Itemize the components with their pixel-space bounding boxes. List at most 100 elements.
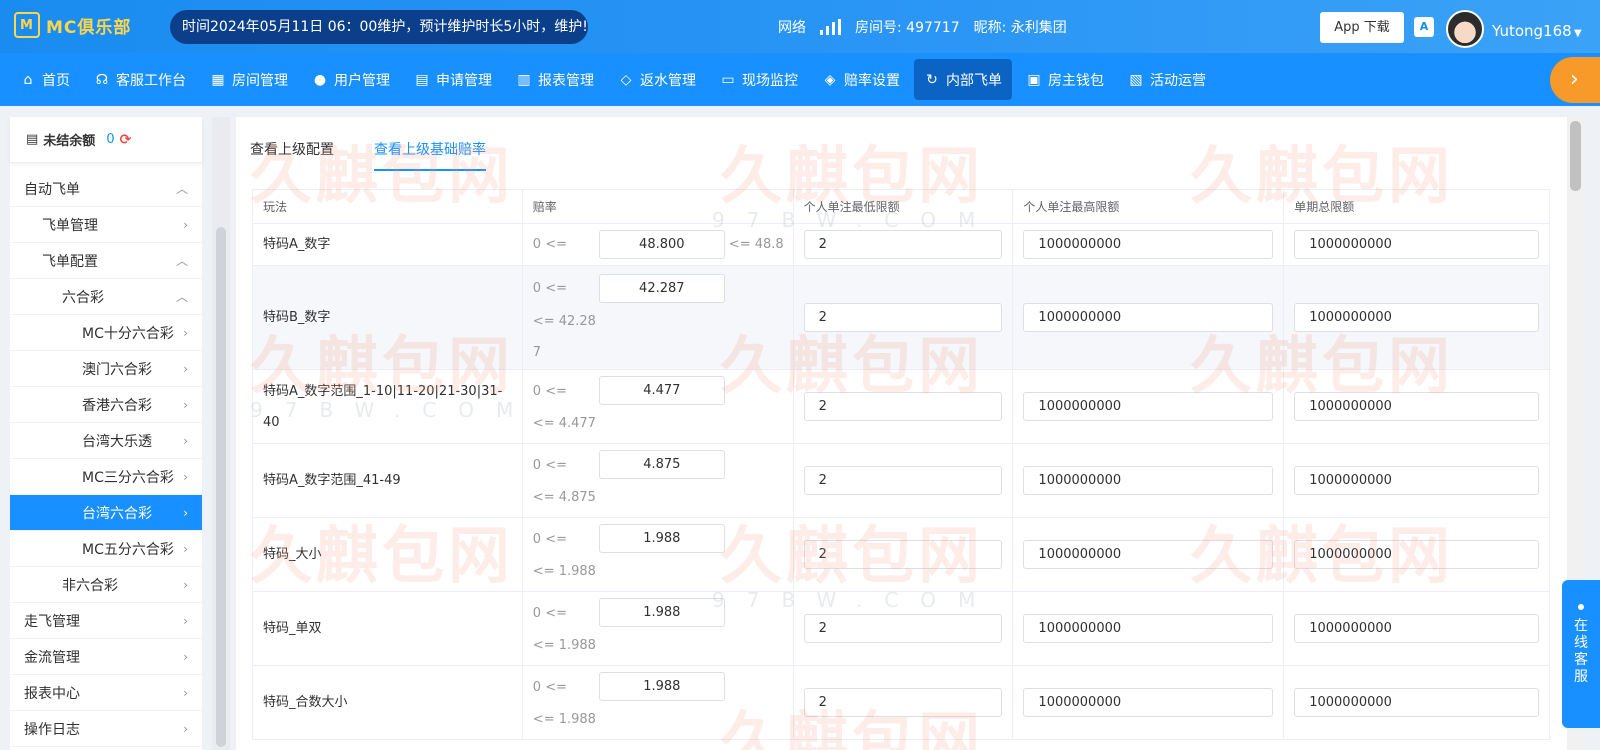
headset-icon: ☊ (95, 71, 109, 88)
odds-table: 玩法 赔率 个人单注最低限额 个人单注最高限额 单期总限额 特码A_数字 0 <= 48.8… (252, 189, 1551, 740)
period-limit-input[interactable]: 1000000000 (1294, 688, 1540, 717)
period-limit-cell: 1000000000 (1284, 666, 1551, 739)
nav-item-6[interactable]: ◇ 返水管理 (608, 59, 706, 100)
table-row: 特码_合数大小 0 <= 1.988 <= 1.988 2 1000000000 10000… (253, 666, 1551, 740)
sidebar-item[interactable]: MC十分六合彩 › (10, 315, 202, 351)
nav-item-label: 返水管理 (640, 72, 696, 89)
period-limit-input[interactable]: 1000000000 (1294, 392, 1540, 421)
nav-item-7[interactable]: ▭ 现场监控 (710, 59, 808, 100)
nav-item-9[interactable]: ↻ 内部飞单 (914, 59, 1012, 100)
nav-item-10[interactable]: ▣ 房主钱包 (1016, 59, 1114, 100)
sidebar-item[interactable]: 台湾六合彩 › (10, 495, 202, 531)
max-bet-input[interactable]: 1000000000 (1023, 303, 1274, 332)
sidebar-item[interactable]: 澳门六合彩 › (10, 351, 202, 387)
sidebar-item[interactable]: 飞单配置 ︿ (10, 243, 202, 279)
min-bet-input[interactable]: 2 (803, 392, 1003, 421)
min-bet-input[interactable]: 2 (803, 540, 1003, 569)
max-bet-cell: 1000000000 (1013, 592, 1285, 665)
min-bet-input[interactable]: 2 (803, 303, 1003, 332)
sidebar-item[interactable]: 台湾大乐透 › (10, 423, 202, 459)
period-limit-input[interactable]: 1000000000 (1294, 466, 1540, 495)
nav-item-label: 活动运营 (1150, 72, 1206, 89)
sidebar-scrollbar[interactable] (212, 117, 230, 750)
period-limit-input[interactable]: 1000000000 (1294, 614, 1540, 643)
language-icon[interactable]: A (1414, 17, 1434, 37)
document-icon: ▤ (415, 71, 429, 88)
max-bet-input[interactable]: 1000000000 (1023, 540, 1274, 569)
nav-item-2[interactable]: ▦ 房间管理 (200, 59, 298, 100)
username[interactable]: Yutong168 (1492, 22, 1572, 40)
nav-item-3[interactable]: ● 用户管理 (302, 59, 400, 100)
tab-0[interactable]: 查看上级配置 (250, 139, 334, 171)
period-limit-cell: 1000000000 (1284, 266, 1551, 369)
monitor-icon: ▭ (721, 71, 735, 88)
odds-cell: 0 <= 1.988 <= 1.988 (523, 666, 794, 739)
sidebar-item[interactable]: MC三分六合彩 › (10, 459, 202, 495)
main-panel: 查看上级配置 查看上级基础赔率 玩法 赔率 个人单注最低限额 个人单注最高限额 单期总限额… (236, 117, 1584, 750)
odds-min-prefix: 0 <= (532, 606, 567, 621)
sidebar-item[interactable]: 飞单管理 › (10, 207, 202, 243)
period-limit-input[interactable]: 1000000000 (1294, 303, 1540, 332)
app-download-button[interactable]: App 下载 (1320, 12, 1404, 43)
min-bet-input[interactable]: 2 (803, 230, 1003, 259)
odds-max-suffix: <= 48.8 (728, 237, 784, 252)
period-limit-input[interactable]: 1000000000 (1294, 230, 1540, 259)
odds-min-prefix: 0 <= (532, 281, 567, 296)
odds-input[interactable]: 1.988 (598, 524, 725, 553)
game-cell: 特码_大小 (253, 518, 523, 591)
max-bet-input[interactable]: 1000000000 (1023, 614, 1274, 643)
game-name: 特码A_数字范围_1-10|11-20|21-30|31-40 (263, 383, 503, 430)
nav-item-0[interactable]: ⌂ 首页 (10, 59, 80, 100)
column-header: 个人单注最高限额 (1013, 190, 1285, 223)
odds-input[interactable]: 4.875 (598, 450, 725, 479)
sidebar-item[interactable]: MC五分六合彩 › (10, 531, 202, 567)
nav-item-4[interactable]: ▤ 申请管理 (404, 59, 502, 100)
sidebar-item[interactable]: 操作日志 › (10, 711, 202, 747)
nav-item-8[interactable]: ◈ 赔率设置 (812, 59, 910, 100)
nav-item-label: 首页 (42, 72, 70, 89)
sidebar-item[interactable]: 六合彩 ︿ (10, 279, 202, 315)
period-limit-input[interactable]: 1000000000 (1294, 540, 1540, 569)
chevron-right-icon: › (183, 397, 188, 412)
sidebar-item[interactable]: 非六合彩 › (10, 567, 202, 603)
odds-input[interactable]: 1.988 (598, 598, 725, 627)
online-service-button[interactable]: 在线客服 (1562, 580, 1600, 728)
sidebar-item[interactable]: 金流管理 › (10, 639, 202, 675)
caret-down-icon[interactable]: ▼ (1574, 28, 1582, 39)
nav-item-11[interactable]: ▧ 活动运营 (1118, 59, 1216, 100)
sidebar-item-label: 报表中心 (24, 685, 80, 702)
sidebar-item[interactable]: 走飞管理 › (10, 603, 202, 639)
refresh-icon[interactable]: ⟳ (120, 132, 132, 148)
max-bet-input[interactable]: 1000000000 (1023, 466, 1274, 495)
sidebar-item-label: 自动飞单 (24, 181, 80, 198)
column-header: 玩法 (253, 190, 523, 223)
nav-item-label: 客服工作台 (116, 72, 186, 89)
chat-dot-icon (1578, 604, 1584, 610)
sidebar-item-label: 非六合彩 (62, 577, 118, 594)
table-header: 玩法 赔率 个人单注最低限额 个人单注最高限额 单期总限额 (253, 190, 1551, 224)
nav-item-1[interactable]: ☊ 客服工作台 (84, 59, 196, 100)
sidebar-item-label: 飞单配置 (42, 253, 98, 270)
refresh-icon: ↻ (926, 71, 938, 88)
min-bet-input[interactable]: 2 (803, 466, 1003, 495)
nav-item-label: 赔率设置 (844, 72, 900, 89)
sidebar-item[interactable]: 香港六合彩 › (10, 387, 202, 423)
odds-input[interactable]: 4.477 (598, 376, 725, 405)
odds-input[interactable]: 48.800 (598, 230, 725, 259)
odds-input[interactable]: 1.988 (598, 672, 725, 701)
min-bet-input[interactable]: 2 (803, 614, 1003, 643)
nav-more-button[interactable]: › (1550, 57, 1600, 103)
tab-1[interactable]: 查看上级基础赔率 (374, 139, 486, 171)
sidebar-item[interactable]: 报表中心 › (10, 675, 202, 711)
max-bet-input[interactable]: 1000000000 (1023, 688, 1274, 717)
nav-item-5[interactable]: ▥ 报表管理 (506, 59, 604, 100)
odds-input[interactable]: 42.287 (598, 274, 725, 303)
sidebar-item[interactable]: 自动飞单 ︿ (10, 171, 202, 207)
max-bet-input[interactable]: 1000000000 (1023, 230, 1274, 259)
signal-icon (820, 19, 841, 35)
min-bet-input[interactable]: 2 (803, 688, 1003, 717)
max-bet-input[interactable]: 1000000000 (1023, 392, 1274, 421)
avatar[interactable] (1446, 10, 1484, 48)
app-logo[interactable]: M MC俱乐部 (14, 12, 131, 38)
min-bet-cell: 2 (794, 444, 1014, 517)
